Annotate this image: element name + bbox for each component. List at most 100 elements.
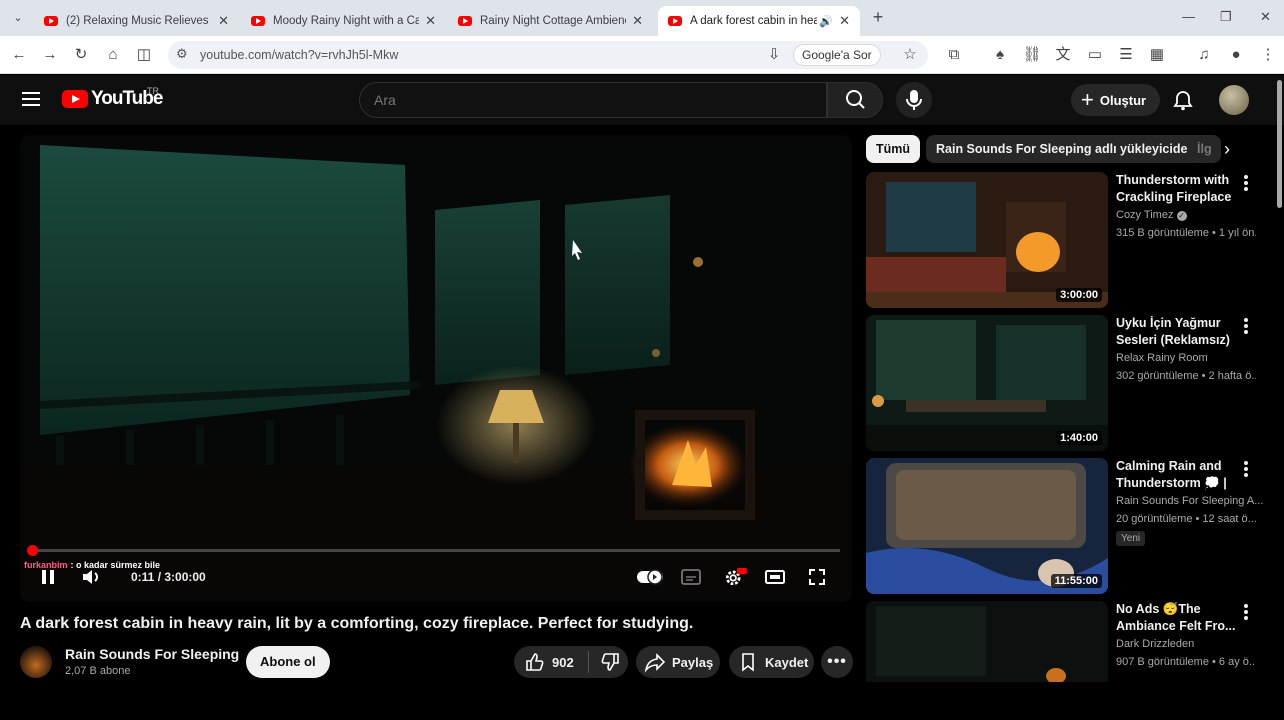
browser-toolbar: ← → ↻ ⌂ ◫ ⚙ youtube.com/watch?v=rvhJh5l-…	[0, 36, 1284, 74]
reader-icon[interactable]: ☰	[1116, 45, 1136, 65]
search-button[interactable]	[827, 82, 883, 118]
site-info-icon[interactable]: ⚙	[176, 46, 188, 62]
like-count[interactable]: 902	[552, 655, 574, 670]
tab-relaxing-music[interactable]: (2) Relaxing Music Relieves Stre ✕	[34, 6, 239, 36]
hamburger-menu-icon[interactable]	[22, 92, 40, 106]
youtube-favicon-icon	[458, 16, 472, 26]
share-icon	[644, 653, 666, 673]
more-vertical-icon[interactable]	[1238, 603, 1254, 621]
chip-all[interactable]: Tümü	[866, 135, 921, 163]
recommendation-channel[interactable]: Dark Drizzleden	[1116, 638, 1194, 650]
tab-title: (2) Relaxing Music Relieves Stre	[66, 15, 212, 27]
card-icon[interactable]: ▭	[1085, 45, 1105, 65]
incognito-icon[interactable]: ♠	[990, 45, 1010, 65]
address-bar[interactable]: ⚙ youtube.com/watch?v=rvhJh5l-Mkw ⇩ Goog…	[168, 41, 928, 69]
dislike-icon[interactable]	[599, 651, 621, 673]
account-avatar[interactable]	[1219, 85, 1249, 115]
tab-title: Moody Rainy Night with a Castl	[273, 15, 420, 27]
split-view-icon[interactable]: ◫	[134, 45, 154, 65]
thumbnail[interactable]: 11:55:00	[866, 458, 1108, 594]
recommendation-channel[interactable]: Relax Rainy Room	[1116, 352, 1208, 364]
recommendation-item[interactable]: 3:00:00 Thunderstorm with Crackling Fire…	[866, 172, 1274, 308]
recommendation-channel[interactable]: Rain Sounds For Sleeping A...	[1116, 495, 1263, 507]
thumbnail[interactable]: 1:40:00	[866, 315, 1108, 451]
settings-gear-icon[interactable]	[722, 567, 748, 587]
thumbnail[interactable]: 3:00:00	[866, 172, 1108, 308]
time-display: 0:11 / 3:00:00	[131, 570, 206, 584]
tab-search-icon[interactable]: ⌄	[8, 8, 28, 28]
recommendation-title[interactable]: No Ads 😴The Ambiance Felt Fro...	[1116, 601, 1238, 635]
recommendation-title[interactable]: Uyku İçin Yağmur Sesleri (Reklamsız) ...	[1116, 315, 1238, 349]
youtube-header: YouTube TR + Oluştur	[0, 75, 1284, 125]
recommendation-meta: 302 görüntüleme • 2 hafta ö...	[1116, 370, 1256, 382]
search-input[interactable]	[360, 83, 826, 117]
google-lens-button[interactable]: Google'a Sor	[793, 44, 881, 66]
link-icon[interactable]: ⛓	[1022, 45, 1042, 65]
install-app-icon[interactable]: ⇩	[764, 45, 784, 65]
bookmark-star-icon[interactable]: ☆	[900, 45, 920, 65]
profile-icon[interactable]: ●	[1226, 45, 1246, 65]
recommendation-title[interactable]: Calming Rain and Thunderstorm 💭 | ...	[1116, 458, 1238, 492]
more-vertical-icon[interactable]	[1238, 174, 1254, 192]
subscribe-button[interactable]: Abone ol	[246, 646, 330, 678]
chip-from-uploader[interactable]: Rain Sounds For Sleeping adlı yükleyicid…	[926, 135, 1206, 163]
save-button[interactable]: Kaydet	[729, 646, 814, 678]
new-tab-icon[interactable]: +	[868, 7, 888, 27]
home-icon[interactable]: ⌂	[103, 45, 123, 65]
video-player[interactable]: furkanbim: o kadar sürmez bile 0:11 / 3:…	[20, 135, 852, 602]
microphone-icon	[906, 90, 922, 110]
create-label: Oluştur	[1099, 92, 1147, 108]
recommendation-title[interactable]: Thunderstorm with Crackling Fireplace ..…	[1116, 172, 1238, 206]
speaker-icon[interactable]: 🔊	[819, 15, 833, 28]
tab-moody-rainy-night[interactable]: Moody Rainy Night with a Castl ✕	[241, 6, 446, 36]
close-tab-icon[interactable]: ✕	[632, 13, 643, 29]
extensions-icon[interactable]: ⧉	[944, 45, 964, 65]
channel-name: Cozy Timez	[1116, 209, 1174, 221]
progress-bar[interactable]	[27, 545, 840, 556]
menu-icon[interactable]: ⋮	[1258, 45, 1278, 65]
tab-rainy-cottage[interactable]: Rainy Night Cottage Ambience ✕	[448, 6, 653, 36]
create-button[interactable]: + Oluştur	[1071, 84, 1161, 116]
pause-icon[interactable]	[40, 567, 56, 587]
chevron-right-icon[interactable]: ›	[1224, 139, 1230, 160]
reload-icon[interactable]: ↻	[71, 45, 91, 65]
more-actions-button[interactable]: •••	[821, 646, 853, 678]
subtitles-icon[interactable]	[680, 567, 702, 587]
more-vertical-icon[interactable]	[1238, 317, 1254, 335]
theater-mode-icon[interactable]	[764, 567, 786, 587]
chip-related[interactable]: İlg	[1187, 135, 1221, 163]
restore-icon[interactable]: ❐	[1220, 9, 1232, 25]
notifications-bell-icon[interactable]	[1172, 89, 1194, 111]
forward-icon[interactable]: →	[40, 45, 60, 65]
close-window-icon[interactable]: ✕	[1260, 9, 1271, 25]
youtube-favicon-icon	[251, 16, 265, 26]
translate-icon[interactable]: 文	[1053, 45, 1073, 65]
close-tab-icon[interactable]: ✕	[218, 13, 229, 29]
autoplay-toggle-icon[interactable]	[636, 567, 664, 587]
voice-search-button[interactable]	[896, 82, 932, 118]
channel-avatar[interactable]	[20, 646, 52, 678]
channel-name[interactable]: Rain Sounds For Sleeping	[65, 646, 239, 662]
media-icon[interactable]: ♫	[1194, 45, 1214, 65]
recommendation-meta: 907 B görüntüleme • 6 ay ö...	[1116, 656, 1256, 668]
youtube-logo[interactable]: YouTube TR	[62, 86, 163, 110]
duration-badge: 11:55:00	[1050, 574, 1102, 588]
minimize-icon[interactable]: —	[1182, 9, 1195, 24]
fullscreen-icon[interactable]	[807, 567, 827, 587]
volume-icon[interactable]	[80, 567, 102, 587]
youtube-logo-icon	[62, 90, 88, 108]
close-tab-icon[interactable]: ✕	[425, 13, 436, 29]
scrubber-handle[interactable]	[27, 545, 38, 556]
more-vertical-icon[interactable]	[1238, 460, 1254, 478]
recommendation-channel[interactable]: Cozy Timez ✓	[1116, 209, 1187, 221]
close-tab-icon[interactable]: ✕	[839, 13, 850, 29]
like-icon[interactable]	[524, 651, 546, 673]
qr-icon[interactable]: ▦	[1147, 45, 1167, 65]
back-icon[interactable]: ←	[9, 45, 29, 65]
recommendation-item[interactable]: 1:40:00 Uyku İçin Yağmur Sesleri (Reklam…	[866, 315, 1274, 451]
share-button[interactable]: Paylaş	[636, 646, 720, 678]
tab-dark-forest-cabin[interactable]: A dark forest cabin in heavy 🔊 ✕	[658, 6, 860, 36]
save-label: Kaydet	[765, 654, 809, 670]
page-scrollbar[interactable]	[1277, 80, 1282, 208]
recommendation-item[interactable]: 11:55:00 Calming Rain and Thunderstorm 💭…	[866, 458, 1274, 594]
